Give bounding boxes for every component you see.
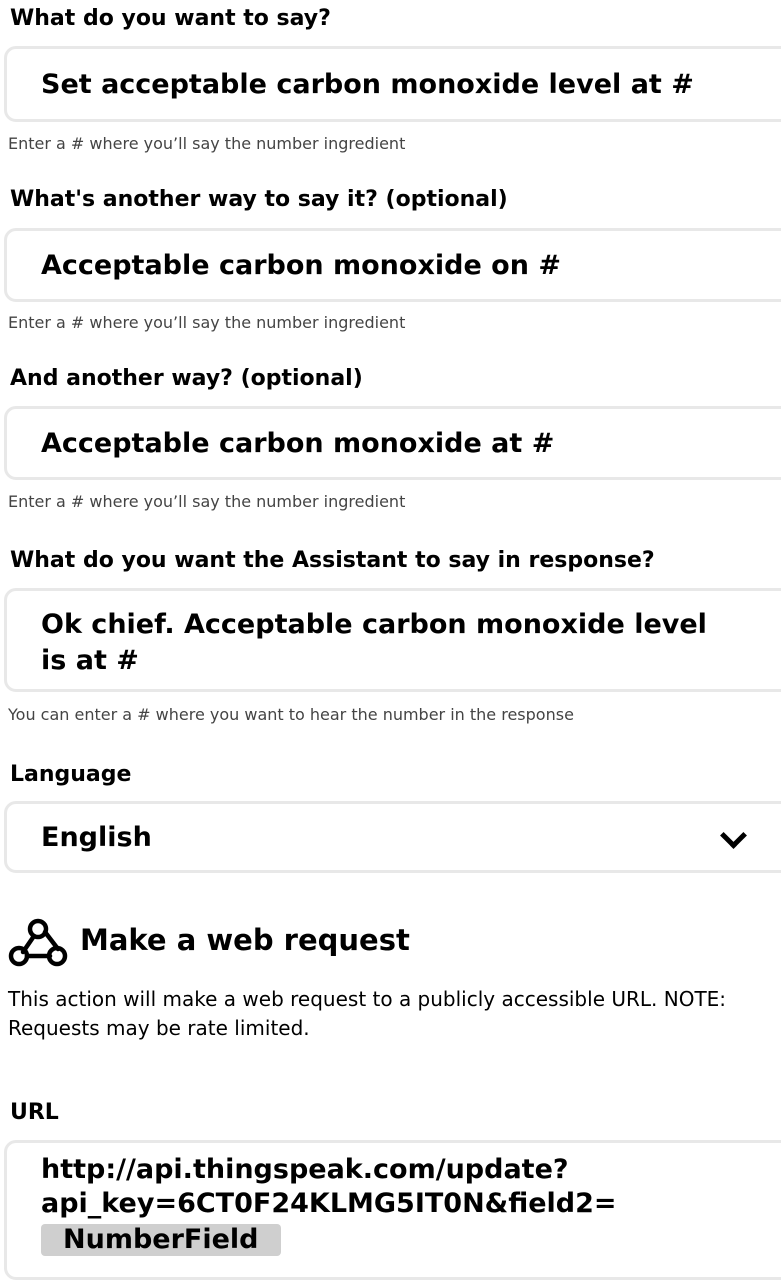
url-line-1: http://api.thingspeak.com/update? bbox=[41, 1154, 569, 1185]
phrase-3-label: And another way? (optional) bbox=[10, 366, 363, 391]
language-select[interactable]: English bbox=[4, 801, 781, 873]
phrase-2-hint: Enter a # where you’ll say the number in… bbox=[8, 313, 406, 332]
phrase-3-input[interactable]: Acceptable carbon monoxide at # bbox=[4, 406, 781, 480]
language-label: Language bbox=[10, 762, 132, 787]
webhook-icon bbox=[8, 918, 68, 967]
url-value: http://api.thingspeak.com/update? api_ke… bbox=[41, 1153, 751, 1257]
url-line-2: api_key=6CT0F24KLMG5IT0N&field2= bbox=[41, 1188, 617, 1219]
response-input[interactable]: Ok chief. Acceptable carbon monoxide lev… bbox=[4, 588, 781, 692]
response-label: What do you want the Assistant to say in… bbox=[10, 548, 655, 573]
phrase-1-input[interactable]: Set acceptable carbon monoxide level at … bbox=[4, 46, 781, 122]
phrase-1-value: Set acceptable carbon monoxide level at … bbox=[41, 69, 694, 100]
language-selected-value: English bbox=[41, 822, 152, 853]
url-input[interactable]: http://api.thingspeak.com/update? api_ke… bbox=[4, 1140, 781, 1280]
phrase-1-label: What do you want to say? bbox=[10, 6, 331, 31]
phrase-2-value: Acceptable carbon monoxide on # bbox=[41, 250, 561, 281]
phrase-3-hint: Enter a # where you’ll say the number in… bbox=[8, 492, 406, 511]
phrase-1-hint: Enter a # where you’ll say the number in… bbox=[8, 134, 406, 153]
web-request-title: Make a web request bbox=[80, 923, 410, 957]
response-value: Ok chief. Acceptable carbon monoxide lev… bbox=[41, 609, 707, 676]
url-label: URL bbox=[10, 1100, 59, 1125]
applet-config-page: What do you want to say? Set acceptable … bbox=[0, 0, 781, 1280]
phrase-2-input[interactable]: Acceptable carbon monoxide on # bbox=[4, 228, 781, 302]
phrase-3-value: Acceptable carbon monoxide at # bbox=[41, 428, 555, 459]
web-request-description: This action will make a web request to a… bbox=[8, 987, 727, 1040]
response-hint: You can enter a # where you want to hear… bbox=[8, 705, 574, 724]
phrase-2-label: What's another way to say it? (optional) bbox=[10, 187, 508, 212]
number-field-ingredient[interactable]: NumberField bbox=[41, 1224, 281, 1256]
